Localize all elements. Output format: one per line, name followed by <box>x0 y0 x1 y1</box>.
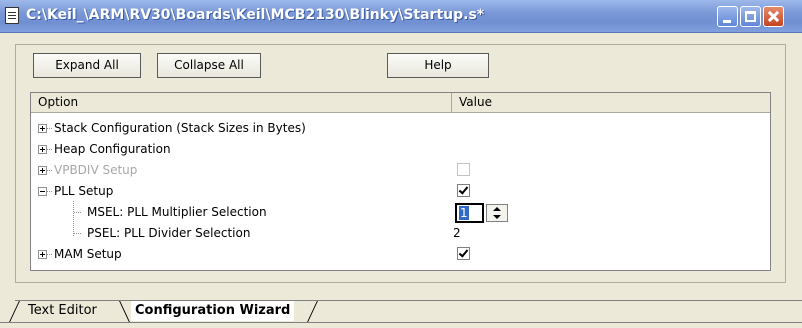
tree-row-stack-configuration[interactable]: Stack Configuration (Stack Sizes in Byte… <box>31 118 770 139</box>
collapse-icon[interactable] <box>38 187 47 196</box>
option-label: MAM Setup <box>54 247 122 261</box>
tree-row-pll-setup[interactable]: PLL Setup <box>31 181 770 202</box>
vpbdiv-checkbox[interactable] <box>457 163 470 176</box>
tree-row-heap-configuration[interactable]: Heap Configuration <box>31 139 770 160</box>
window-title: C:\Keil_\ARM\RV30\Boards\Keil\MCB2130\Bl… <box>26 7 485 23</box>
tab-divider <box>9 301 20 322</box>
title-bar[interactable]: C:\Keil_\ARM\RV30\Boards\Keil\MCB2130\Bl… <box>0 0 802 33</box>
tab-text-editor[interactable]: Text Editor <box>28 301 97 321</box>
column-header-value[interactable]: Value <box>453 93 770 112</box>
expand-icon[interactable] <box>38 250 47 259</box>
option-label: Heap Configuration <box>54 142 171 156</box>
expand-all-button[interactable]: Expand All <box>33 53 141 78</box>
msel-value: 1 <box>459 206 469 220</box>
pll-setup-checkbox[interactable] <box>457 184 470 197</box>
option-label: MSEL: PLL Multiplier Selection <box>87 205 267 219</box>
column-header-option[interactable]: Option <box>31 93 452 112</box>
option-label: Stack Configuration (Stack Sizes in Byte… <box>54 121 306 135</box>
option-label: VPBDIV Setup <box>54 163 138 177</box>
msel-spinner[interactable]: 1 <box>455 203 510 223</box>
tab-configuration-wizard[interactable]: Configuration Wizard <box>131 301 295 321</box>
tree-connector <box>47 170 52 171</box>
collapse-all-button[interactable]: Collapse All <box>157 53 261 78</box>
spin-up-icon[interactable] <box>493 207 501 211</box>
tree-connector <box>47 254 52 255</box>
tree-connector <box>47 191 52 192</box>
tab-baseline <box>0 322 802 323</box>
option-label: PLL Setup <box>54 184 114 198</box>
tab-divider <box>119 301 130 322</box>
help-button[interactable]: Help <box>387 53 489 78</box>
close-icon[interactable] <box>763 6 784 27</box>
maximize-icon[interactable] <box>740 6 761 27</box>
spinner-buttons[interactable] <box>486 204 508 222</box>
tree-connector <box>47 128 52 129</box>
tree-row-vpbdiv-setup[interactable]: VPBDIV Setup <box>31 160 770 181</box>
minimize-icon[interactable] <box>717 6 738 27</box>
tree-row-msel[interactable]: MSEL: PLL Multiplier Selection 1 <box>31 202 770 223</box>
spin-down-icon[interactable] <box>493 215 501 219</box>
tree-row-psel[interactable]: PSEL: PLL Divider Selection 2 <box>31 223 770 244</box>
tab-bar: Text Editor Configuration Wizard <box>0 300 802 328</box>
psel-value[interactable]: 2 <box>453 226 461 240</box>
tree-connector <box>74 212 81 213</box>
msel-value-field[interactable]: 1 <box>455 203 484 223</box>
mam-setup-checkbox[interactable] <box>457 247 470 260</box>
tree-connector <box>74 233 81 234</box>
expand-icon[interactable] <box>38 166 47 175</box>
option-label: PSEL: PLL Divider Selection <box>87 226 251 240</box>
tree-row-mam-setup[interactable]: MAM Setup <box>31 244 770 265</box>
tree-connector <box>47 149 52 150</box>
tab-divider <box>307 301 318 322</box>
expand-icon[interactable] <box>38 145 47 154</box>
expand-icon[interactable] <box>38 124 47 133</box>
column-header: Option Value <box>31 93 770 113</box>
configuration-wizard-window: C:\Keil_\ARM\RV30\Boards\Keil\MCB2130\Bl… <box>0 0 802 328</box>
options-tree[interactable]: Option Value Stack Configuration (Stack … <box>30 92 771 271</box>
document-icon <box>5 7 19 24</box>
